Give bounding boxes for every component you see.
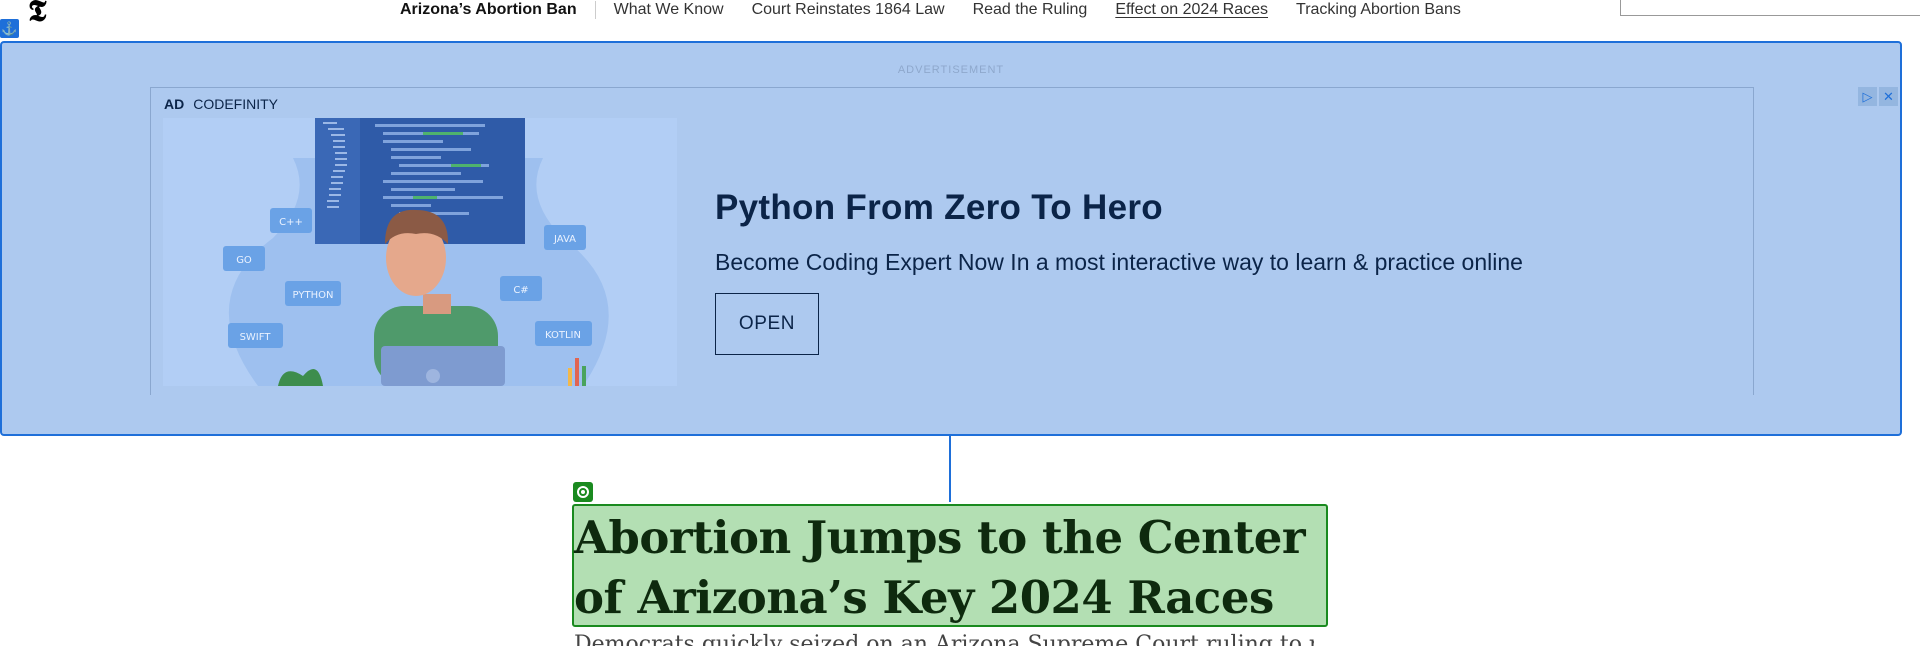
close-icon[interactable]: ✕ (1879, 87, 1898, 106)
advertisement-container: ADVERTISEMENT ▷ ✕ AD CODEFINITY C++ GO P… (0, 41, 1902, 436)
search-input[interactable] (1620, 0, 1920, 16)
nav-item-court-reinstates[interactable]: Court Reinstates 1864 Law (752, 1, 945, 19)
anchor-icon: ⚓ (0, 19, 19, 38)
ad-text-block: Python From Zero To Hero Become Coding E… (715, 188, 1523, 355)
tag-kotlin: KOTLIN (545, 330, 581, 341)
ad-tag: AD (164, 96, 185, 112)
tag-go: GO (236, 255, 252, 266)
connector-line (949, 436, 951, 502)
ad-choices-icon[interactable]: ▷ (1858, 87, 1877, 106)
tag-java: JAVA (553, 234, 576, 245)
ad-title[interactable]: Python From Zero To Hero (715, 188, 1523, 228)
tag-csharp: C# (513, 285, 528, 296)
nav-item-tracking-bans[interactable]: Tracking Abortion Bans (1296, 1, 1461, 19)
tag-cpp: C++ (279, 217, 303, 228)
ad-subtitle: Become Coding Expert Now In a most inter… (715, 249, 1523, 275)
nav-section-title[interactable]: Arizona’s Abortion Ban (400, 1, 596, 19)
ad-card[interactable]: AD CODEFINITY C++ GO PYTHON SWIFT JAVA C… (150, 87, 1754, 395)
nyt-logo[interactable]: 𝕿 (28, 0, 46, 29)
nav-item-read-ruling[interactable]: Read the Ruling (973, 1, 1088, 19)
coding-illustration: C++ GO PYTHON SWIFT JAVA C# KOTLIN (223, 118, 609, 386)
ad-header: AD CODEFINITY (164, 96, 278, 112)
nav-item-what-we-know[interactable]: What We Know (614, 1, 724, 19)
article-summary: Democrats quickly seized on an Arizona S… (574, 632, 1314, 646)
ad-illustration[interactable]: C++ GO PYTHON SWIFT JAVA C# KOTLIN (163, 118, 677, 386)
target-icon (573, 482, 593, 502)
ad-choices: ▷ ✕ (1858, 87, 1898, 106)
ad-sponsor: CODEFINITY (193, 96, 279, 112)
ad-label: ADVERTISEMENT (897, 64, 1005, 76)
article-headline: Abortion Jumps to the Center of Arizona’… (574, 511, 1306, 624)
tag-swift: SWIFT (240, 332, 272, 343)
tag-python: PYTHON (293, 290, 334, 301)
top-navigation: 𝕿 Arizona’s Abortion Ban What We Know Co… (0, 0, 1920, 40)
section-nav: Arizona’s Abortion Ban What We Know Cour… (400, 0, 1489, 20)
ad-open-button[interactable]: OPEN (715, 293, 819, 355)
nav-item-effect-2024[interactable]: Effect on 2024 Races (1115, 1, 1268, 19)
